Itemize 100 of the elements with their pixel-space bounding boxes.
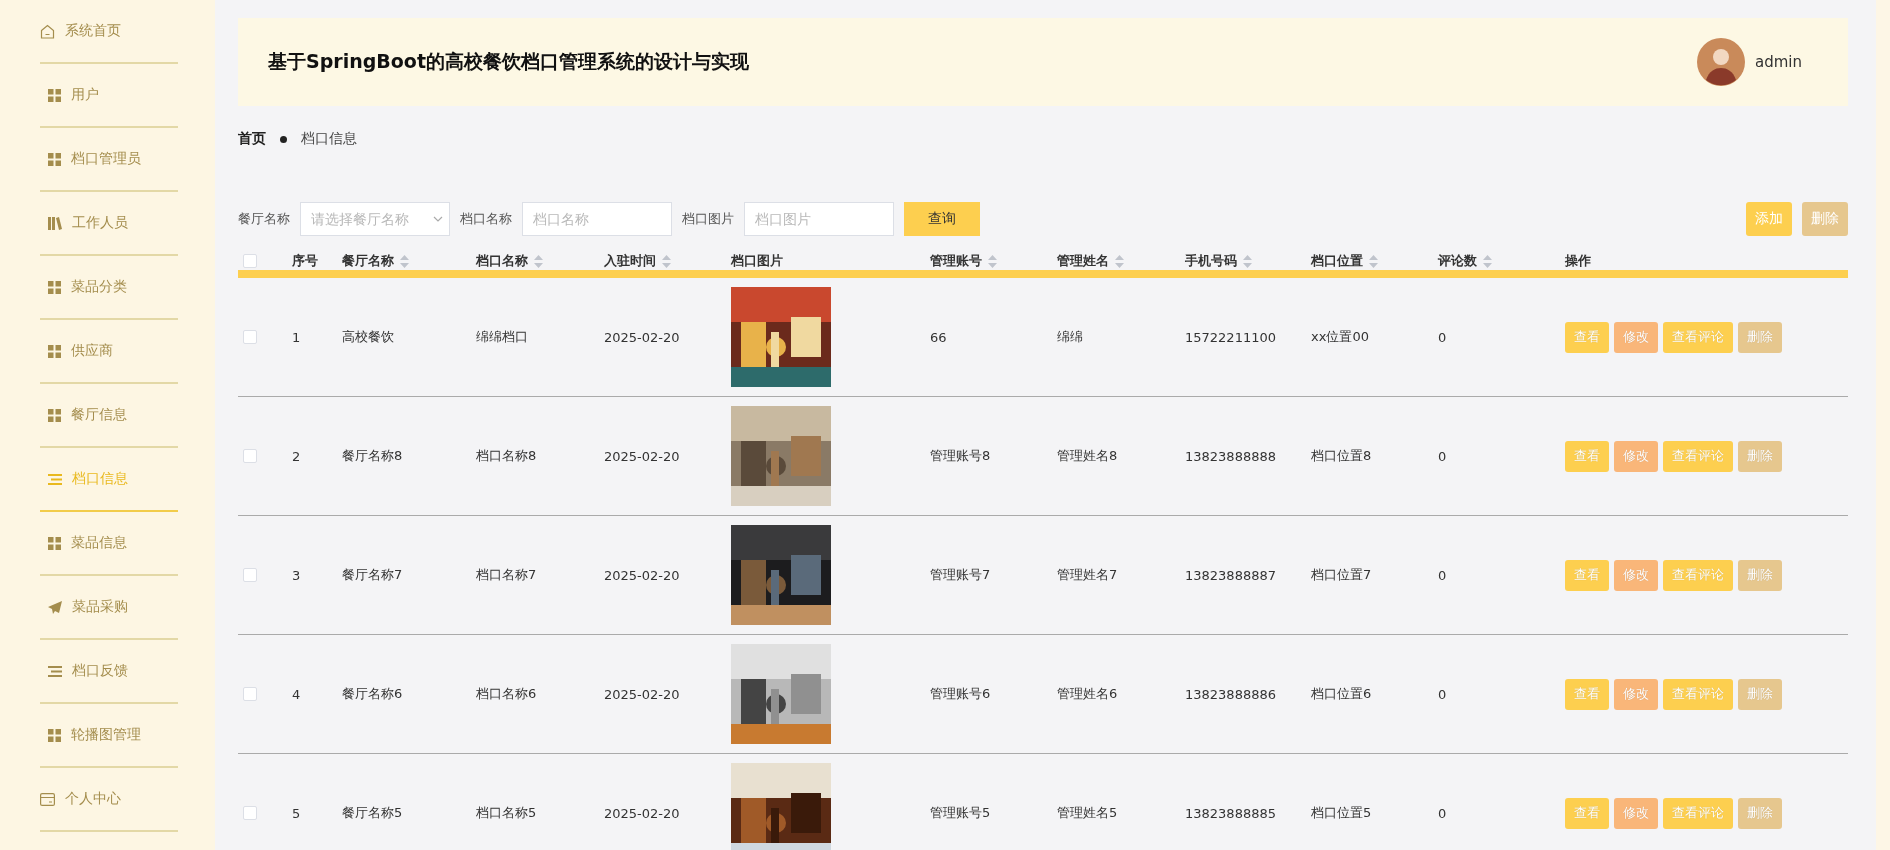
- table-cell-text: 0: [1437, 686, 1448, 702]
- filter-label: 档口名称: [460, 210, 512, 228]
- column-header[interactable]: 入驻时间: [604, 252, 671, 270]
- column-header: 档口图片: [731, 252, 783, 270]
- sidebar-item[interactable]: 系统首页: [40, 0, 178, 64]
- input-field[interactable]: 档口名称: [522, 202, 672, 236]
- table-cell-text: 档口位置5: [1310, 804, 1373, 822]
- table-cell-text: 管理姓名5: [1056, 804, 1119, 822]
- table-cell-text: 5: [291, 805, 302, 821]
- edit-button[interactable]: 修改: [1614, 440, 1658, 472]
- home-icon: [40, 23, 55, 39]
- checkbox[interactable]: [243, 806, 257, 820]
- user-name[interactable]: admin: [1755, 53, 1802, 71]
- breadcrumb-item[interactable]: 首页: [238, 130, 266, 148]
- table-cell-text: 档口名称8: [475, 447, 538, 465]
- column-header: 序号: [292, 252, 318, 270]
- table-cell-text: 餐厅名称6: [341, 685, 404, 703]
- column-header[interactable]: 餐厅名称: [342, 252, 409, 270]
- column-header[interactable]: 档口名称: [476, 252, 543, 270]
- input-field[interactable]: 档口图片: [744, 202, 894, 236]
- table-cell-text: xx位置00: [1310, 328, 1370, 346]
- checkbox[interactable]: [243, 330, 257, 344]
- sidebar-item[interactable]: 档口管理员: [40, 128, 178, 192]
- breadcrumb-item: 档口信息: [301, 130, 357, 148]
- separator-dot: [280, 135, 287, 143]
- sidebar-item[interactable]: 菜品分类: [40, 256, 178, 320]
- table-cell-text: 13823888888: [1184, 448, 1277, 464]
- delete-button[interactable]: 删除: [1738, 440, 1782, 472]
- avatar[interactable]: [1697, 38, 1745, 86]
- table-cell-text: 档口名称7: [475, 566, 538, 584]
- checkbox[interactable]: [243, 449, 257, 463]
- sort-icon[interactable]: [662, 254, 671, 268]
- sort-icon[interactable]: [1483, 254, 1492, 268]
- column-header[interactable]: 档口位置: [1311, 252, 1378, 270]
- table-cell-text: 管理账号6: [929, 685, 992, 703]
- sidebar-item[interactable]: 菜品采购: [40, 576, 178, 640]
- table-cell-text: 餐厅名称8: [341, 447, 404, 465]
- grid-icon: [48, 728, 61, 742]
- table-cell-text: 0: [1437, 448, 1448, 464]
- filter-label: 餐厅名称: [238, 210, 290, 228]
- table-cell-text: 13823888887: [1184, 567, 1277, 583]
- list-icon: [48, 665, 62, 677]
- table-cell-text: 0: [1437, 805, 1448, 821]
- grid-icon: [48, 408, 61, 422]
- sidebar-item[interactable]: 工作人员: [40, 192, 178, 256]
- edit-button[interactable]: 修改: [1614, 797, 1658, 829]
- sidebar-item[interactable]: 个人中心: [40, 768, 178, 832]
- sort-icon[interactable]: [1243, 254, 1252, 268]
- table-cell-text: 4: [291, 686, 302, 702]
- sidebar-item[interactable]: 餐厅信息: [40, 384, 178, 448]
- sidebar-item[interactable]: 菜品信息: [40, 512, 178, 576]
- column-header[interactable]: 手机号码: [1185, 252, 1252, 270]
- sidebar-item[interactable]: 轮播图管理: [40, 704, 178, 768]
- column-header: 操作: [1565, 252, 1591, 270]
- list-icon: [48, 473, 62, 485]
- table-cell-text: 13823888885: [1184, 805, 1277, 821]
- sort-icon[interactable]: [1115, 254, 1124, 268]
- sort-icon[interactable]: [534, 254, 543, 268]
- edit-button[interactable]: 修改: [1614, 678, 1658, 710]
- sidebar-item[interactable]: 供应商: [40, 320, 178, 384]
- table-cell-text: 绵绵: [1056, 328, 1084, 346]
- table-cell-text: 档口名称5: [475, 804, 538, 822]
- table-cell-text: 2: [291, 448, 302, 464]
- sort-icon[interactable]: [400, 254, 409, 268]
- card-icon: [40, 792, 55, 806]
- table-cell-text: 2025-02-20: [603, 686, 681, 702]
- grid-icon: [48, 88, 61, 102]
- delete-button[interactable]: 删除: [1738, 559, 1782, 591]
- checkbox[interactable]: [243, 687, 257, 701]
- table-cell-text: 管理姓名7: [1056, 566, 1119, 584]
- sidebar-item[interactable]: 档口反馈: [40, 640, 178, 704]
- checkbox[interactable]: [243, 568, 257, 582]
- column-header[interactable]: 管理账号: [930, 252, 997, 270]
- column-header[interactable]: 评论数: [1438, 252, 1492, 270]
- table-cell-text: 高校餐饮: [341, 328, 395, 346]
- delete-button[interactable]: 删除: [1738, 797, 1782, 829]
- table-cell-text: 0: [1437, 567, 1448, 583]
- column-header[interactable]: 管理姓名: [1057, 252, 1124, 270]
- delete-button[interactable]: 删除: [1802, 202, 1848, 236]
- delete-button[interactable]: 删除: [1738, 678, 1782, 710]
- edit-button[interactable]: 修改: [1614, 321, 1658, 353]
- grid-icon: [48, 152, 61, 166]
- search-button[interactable]: 查询: [904, 202, 980, 236]
- checkbox[interactable]: [243, 254, 257, 268]
- sort-icon[interactable]: [988, 254, 997, 268]
- table-cell-text: 2025-02-20: [603, 805, 681, 821]
- table-cell-text: 档口位置6: [1310, 685, 1373, 703]
- sidebar-item[interactable]: 档口信息: [40, 448, 178, 512]
- select-field[interactable]: 请选择餐厅名称: [300, 202, 450, 236]
- edit-button[interactable]: 修改: [1614, 559, 1658, 591]
- table-cell-text: 2025-02-20: [603, 448, 681, 464]
- table-cell-text: 管理姓名6: [1056, 685, 1119, 703]
- sidebar-item[interactable]: 用户: [40, 64, 178, 128]
- delete-button[interactable]: 删除: [1738, 321, 1782, 353]
- table-cell-text: 管理账号5: [929, 804, 992, 822]
- page-title: 基于SpringBoot的高校餐饮档口管理系统的设计与实现: [268, 49, 749, 74]
- sort-icon[interactable]: [1369, 254, 1378, 268]
- table-cell-text: 餐厅名称5: [341, 804, 404, 822]
- table-cell-text: 15722211100: [1184, 329, 1277, 345]
- table-cell-text: 1: [291, 329, 302, 345]
